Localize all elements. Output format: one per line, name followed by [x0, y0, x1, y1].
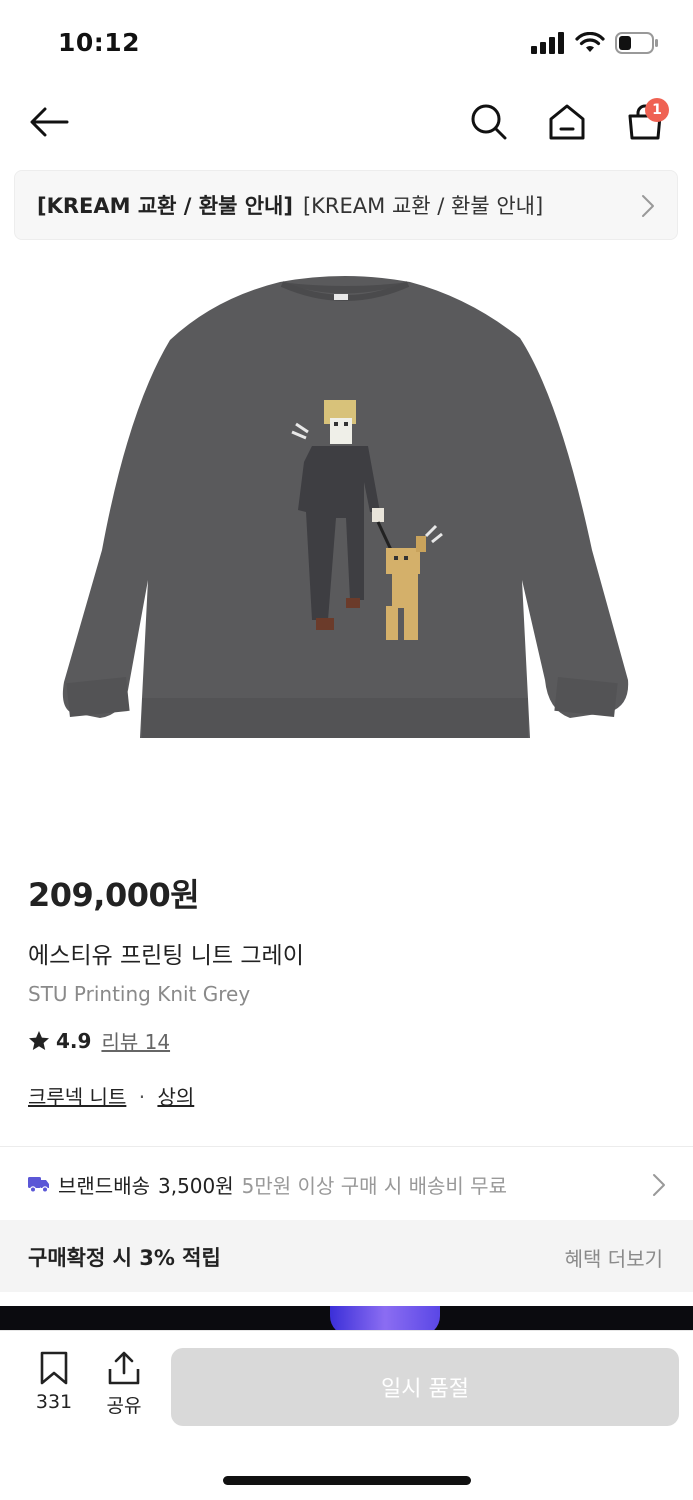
- notice-text: [KREAM 교환 / 환불 안내]: [302, 194, 544, 218]
- category-separator: ·: [138, 1085, 146, 1109]
- chevron-right-icon: [642, 195, 654, 217]
- home-icon: [549, 104, 585, 140]
- benefit-title: 구매확정 시 3% 적립: [28, 1246, 221, 1270]
- bookmark-button[interactable]: 331: [30, 1351, 78, 1413]
- bookmark-icon: [40, 1351, 68, 1385]
- product-info: 209,000원 에스티유 프린팅 니트 그레이 STU Printing Kn…: [28, 870, 668, 1110]
- chevron-right-icon: [653, 1174, 665, 1196]
- exchange-refund-notice[interactable]: [KREAM 교환 / 환불 안내] [KREAM 교환 / 환불 안내]: [14, 170, 678, 240]
- rating-row: 4.9 리뷰 14: [28, 1026, 668, 1055]
- category-link-crewneck-knit[interactable]: 크루넥 니트: [28, 1085, 126, 1109]
- search-button[interactable]: [465, 100, 513, 144]
- home-button[interactable]: [543, 100, 591, 144]
- cart-button[interactable]: 1: [621, 98, 669, 144]
- sweater-illustration: [62, 276, 629, 738]
- status-time: 10:12: [58, 28, 141, 57]
- signal-icon: [531, 32, 564, 54]
- back-button[interactable]: [26, 102, 72, 142]
- shipping-title: 브랜드배송: [58, 1173, 150, 1198]
- product-name-ko: 에스티유 프린팅 니트 그레이: [28, 943, 304, 969]
- shipping-row[interactable]: 브랜드배송 3,500원 5만원 이상 구매 시 배송비 무료: [28, 1160, 668, 1208]
- nav-actions: 1: [465, 98, 669, 144]
- product-price: 209,000원: [28, 876, 200, 914]
- rating-value: 4.9: [56, 1028, 92, 1053]
- home-indicator: [223, 1476, 471, 1485]
- divider: [0, 1146, 693, 1147]
- back-arrow-icon: [30, 107, 69, 137]
- truck-icon: [28, 1177, 49, 1193]
- benefit-row: 구매확정 시 3% 적립 혜택 더보기: [0, 1220, 693, 1292]
- notice-bold-text: [KREAM 교환 / 환불 안내]: [37, 194, 293, 218]
- category-link-tops[interactable]: 상의: [157, 1085, 194, 1109]
- soldout-button[interactable]: 일시 품절: [171, 1348, 679, 1426]
- search-icon: [471, 104, 507, 140]
- nav-bar: 1: [0, 88, 693, 160]
- bottom-action-bar: 331 공유 일시 품절: [0, 1330, 693, 1500]
- share-label: 공유: [106, 1395, 142, 1417]
- product-image[interactable]: [0, 250, 693, 840]
- cart-badge: 1: [645, 98, 669, 122]
- product-name-en: STU Printing Knit Grey: [28, 982, 251, 1006]
- bookmark-count: 331: [35, 1391, 73, 1413]
- shipping-note: 5만원 이상 구매 시 배송비 무료: [241, 1173, 507, 1198]
- review-link[interactable]: 리뷰 14: [101, 1026, 170, 1055]
- share-icon: [108, 1351, 140, 1385]
- star-icon: [29, 1030, 49, 1050]
- share-button[interactable]: 공유: [100, 1351, 148, 1418]
- status-icons: [531, 32, 659, 54]
- shipping-price: 3,500원: [158, 1173, 234, 1198]
- status-bar: 10:12: [0, 0, 693, 88]
- category-row: 크루넥 니트 · 상의: [28, 1081, 668, 1110]
- wifi-icon: [575, 32, 605, 52]
- benefit-more-link[interactable]: 혜택 더보기: [565, 1243, 663, 1272]
- battery-icon: [615, 32, 658, 54]
